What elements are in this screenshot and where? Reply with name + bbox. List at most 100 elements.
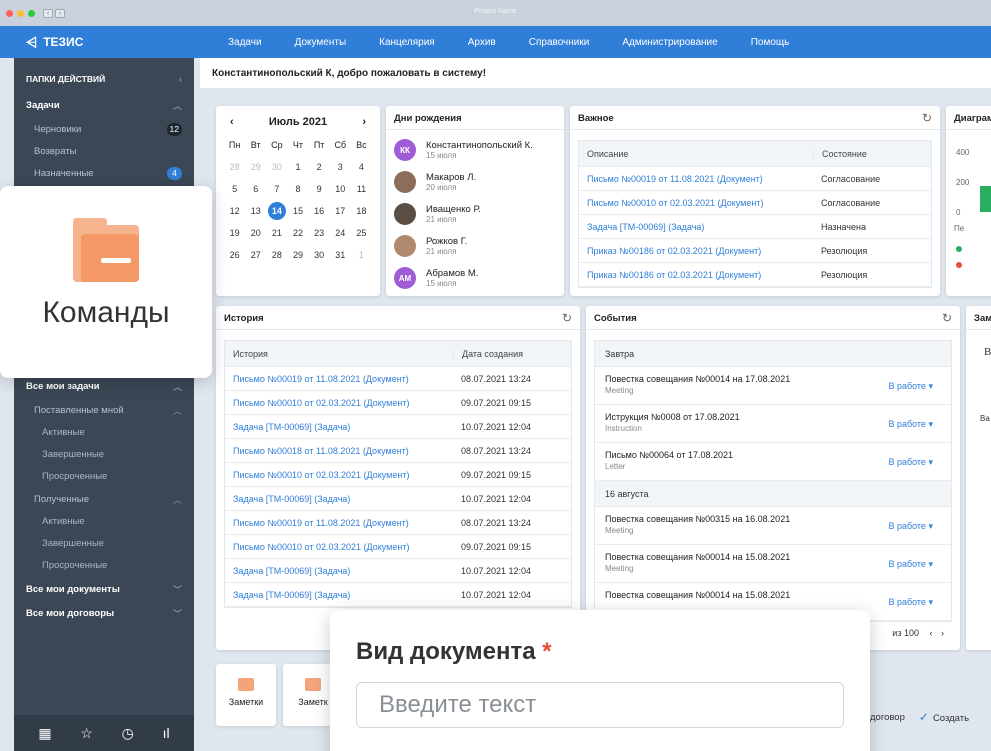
sidebar-all-contracts[interactable]: Все мои договоры ﹀ bbox=[14, 602, 194, 624]
row-link[interactable]: Письмо №00019 от 11.08.2021 (Документ) bbox=[233, 374, 453, 384]
row-link[interactable]: Задача [ТМ-00069] (Задача) bbox=[233, 590, 453, 600]
calendar-day[interactable]: 19 bbox=[224, 224, 245, 242]
create-action[interactable]: ✓ Создать bbox=[919, 710, 969, 724]
birthday-item[interactable]: КК Константинопольский К. 15 июля bbox=[386, 134, 564, 166]
nav-tasks[interactable]: Задачи bbox=[228, 37, 262, 48]
calendar-day[interactable]: 12 bbox=[224, 202, 245, 220]
row-link[interactable]: Письмо №00019 от 11.08.2021 (Документ) bbox=[587, 174, 813, 184]
event-item[interactable]: Повестка совещания №00315 на 16.08.2021 M… bbox=[595, 507, 951, 545]
event-item[interactable]: Письмо №00064 от 17.08.2021 Letter В работ… bbox=[595, 443, 951, 481]
table-row[interactable]: Письмо №00019 от 11.08.2021 (Документ) Со… bbox=[579, 167, 931, 191]
clock-icon[interactable]: ◷ bbox=[122, 725, 134, 742]
row-link[interactable]: Задача [ТМ-00069] (Задача) bbox=[233, 566, 453, 576]
calendar-day[interactable]: 6 bbox=[245, 180, 266, 198]
calendar-day[interactable]: 20 bbox=[245, 224, 266, 242]
nav-archive[interactable]: Архив bbox=[468, 37, 496, 48]
row-link[interactable]: Письмо №00018 от 11.08.2021 (Документ) bbox=[233, 446, 453, 456]
calendar-day[interactable]: 5 bbox=[224, 180, 245, 198]
calendar-day-today[interactable]: 14 bbox=[267, 202, 286, 220]
nav-office[interactable]: Канцелярия bbox=[379, 37, 435, 48]
row-link[interactable]: Приказ №00186 от 02.03.2021 (Документ) bbox=[587, 270, 813, 280]
app-logo[interactable]: ⩤ ТЕЗИС bbox=[0, 34, 200, 51]
table-row[interactable]: Письмо №00010 от 02.03.2021 (Документ) 09… bbox=[225, 535, 571, 559]
row-link[interactable]: Письмо №00010 от 02.03.2021 (Документ) bbox=[233, 542, 453, 552]
event-item[interactable]: Повестка совещания №00014 на 15.08.2021 M… bbox=[595, 545, 951, 583]
table-row[interactable]: Задача [ТМ-00069] (Задача) 10.07.2021 12:… bbox=[225, 487, 571, 511]
birthday-item[interactable]: Рожков Г. 21 июля bbox=[386, 230, 564, 262]
calendar-day[interactable]: 10 bbox=[330, 180, 351, 198]
chart-icon[interactable]: ıl bbox=[163, 725, 170, 741]
table-row[interactable]: Задача [ТМ-00069] (Задача) 10.07.2021 12:… bbox=[225, 415, 571, 439]
calendar-day[interactable]: 16 bbox=[309, 202, 330, 220]
nav-documents[interactable]: Документы bbox=[295, 37, 347, 48]
status-dropdown[interactable]: В работе ▾ bbox=[888, 521, 933, 532]
sidebar-item-overdue[interactable]: Просроченные bbox=[14, 465, 194, 487]
row-link[interactable]: Приказ №00186 от 02.03.2021 (Документ) bbox=[587, 246, 813, 256]
prev-month-icon[interactable]: ‹ bbox=[230, 116, 234, 128]
event-item[interactable]: Иструкция №0008 от 17.08.2021 Instruction… bbox=[595, 405, 951, 443]
calendar-day[interactable]: 13 bbox=[245, 202, 266, 220]
star-icon[interactable]: ☆ bbox=[80, 725, 93, 742]
sidebar-item-overdue[interactable]: Просроченные bbox=[14, 554, 194, 576]
contract-action[interactable]: договор bbox=[870, 712, 905, 723]
sidebar-item-active[interactable]: Активные bbox=[14, 510, 194, 532]
table-row[interactable]: Письмо №00010 от 02.03.2021 (Документ) 09… bbox=[225, 463, 571, 487]
row-link[interactable]: Задача [ТМ-00069] (Задача) bbox=[233, 422, 453, 432]
calendar-day[interactable]: 28 bbox=[266, 246, 287, 264]
calendar-day[interactable]: 8 bbox=[287, 180, 308, 198]
document-type-input[interactable] bbox=[356, 682, 844, 728]
calendar-day[interactable]: 30 bbox=[309, 246, 330, 264]
next-page-icon[interactable]: › bbox=[941, 628, 944, 638]
sidebar-set-by-me[interactable]: Поставленные мной ︿ bbox=[14, 399, 194, 421]
table-row[interactable]: Письмо №00018 от 11.08.2021 (Документ) 08… bbox=[225, 439, 571, 463]
calendar-day[interactable]: 17 bbox=[330, 202, 351, 220]
table-row[interactable]: Письмо №00019 от 11.08.2021 (Документ) 08… bbox=[225, 511, 571, 535]
calendar-day[interactable]: 24 bbox=[330, 224, 351, 242]
calendar-day[interactable]: 2 bbox=[309, 158, 330, 176]
nav-directories[interactable]: Справочники bbox=[529, 37, 590, 48]
status-dropdown[interactable]: В работе ▾ bbox=[888, 457, 933, 468]
sidebar-all-documents[interactable]: Все мои документы ﹀ bbox=[14, 578, 194, 600]
status-dropdown[interactable]: В работе ▾ bbox=[888, 381, 933, 392]
calendar-day[interactable]: 29 bbox=[287, 246, 308, 264]
table-row[interactable]: Письмо №00010 от 02.03.2021 (Документ) Со… bbox=[579, 191, 931, 215]
calendar-day[interactable]: 1 bbox=[287, 158, 308, 176]
row-link[interactable]: Письмо №00010 от 02.03.2021 (Документ) bbox=[587, 198, 813, 208]
calendar-day[interactable]: 27 bbox=[245, 246, 266, 264]
sidebar-item-returns[interactable]: Возвраты bbox=[14, 140, 194, 162]
calendar-day[interactable]: 26 bbox=[224, 246, 245, 264]
refresh-icon[interactable]: ↻ bbox=[922, 111, 932, 125]
chevron-left-icon[interactable]: ‹ bbox=[179, 74, 182, 84]
prev-page-icon[interactable]: ‹ bbox=[929, 628, 932, 638]
table-row[interactable]: Письмо №00010 от 02.03.2021 (Документ) 09… bbox=[225, 391, 571, 415]
calendar-day[interactable]: 9 bbox=[309, 180, 330, 198]
refresh-icon[interactable]: ↻ bbox=[942, 311, 952, 325]
sidebar-section-title[interactable]: ПАПКИ ДЕЙСТВИЙ ‹ bbox=[14, 68, 194, 90]
calendar-day[interactable]: 22 bbox=[287, 224, 308, 242]
table-row[interactable]: Приказ №00186 от 02.03.2021 (Документ) Ре… bbox=[579, 263, 931, 287]
calendar-day[interactable]: 28 bbox=[224, 158, 245, 176]
calendar-icon[interactable]: ▦ bbox=[38, 725, 51, 742]
sidebar-item-active[interactable]: Активные bbox=[14, 421, 194, 443]
calendar-day[interactable]: 29 bbox=[245, 158, 266, 176]
calendar-day[interactable]: 18 bbox=[351, 202, 372, 220]
row-link[interactable]: Задача [ТМ-00069] (Задача) bbox=[233, 494, 453, 504]
sidebar-item-assigned[interactable]: Назначенные 4 bbox=[14, 162, 194, 184]
calendar-day[interactable]: 3 bbox=[330, 158, 351, 176]
event-item[interactable]: Повестка совещания №00014 на 17.08.2021 M… bbox=[595, 367, 951, 405]
sidebar-item-completed[interactable]: Завершенные bbox=[14, 443, 194, 465]
sidebar-item-drafts[interactable]: Черновики 12 bbox=[14, 118, 194, 140]
row-link[interactable]: Письмо №00010 от 02.03.2021 (Документ) bbox=[233, 470, 453, 480]
status-dropdown[interactable]: В работе ▾ bbox=[888, 597, 933, 608]
calendar-day[interactable]: 11 bbox=[351, 180, 372, 198]
calendar-day[interactable]: 7 bbox=[266, 180, 287, 198]
calendar-day[interactable]: 31 bbox=[330, 246, 351, 264]
row-link[interactable]: Письмо №00019 от 11.08.2021 (Документ) bbox=[233, 518, 453, 528]
calendar-day[interactable]: 4 bbox=[351, 158, 372, 176]
table-row[interactable]: Задача [ТМ-00069] (Задача) 10.07.2021 12:… bbox=[225, 583, 571, 607]
sidebar-all-tasks[interactable]: Все мои задачи ︿ bbox=[14, 375, 194, 397]
birthday-item[interactable]: Макаров Л. 20 июля bbox=[386, 166, 564, 198]
refresh-icon[interactable]: ↻ bbox=[562, 311, 572, 325]
status-dropdown[interactable]: В работе ▾ bbox=[888, 559, 933, 570]
row-link[interactable]: Письмо №00010 от 02.03.2021 (Документ) bbox=[233, 398, 453, 408]
